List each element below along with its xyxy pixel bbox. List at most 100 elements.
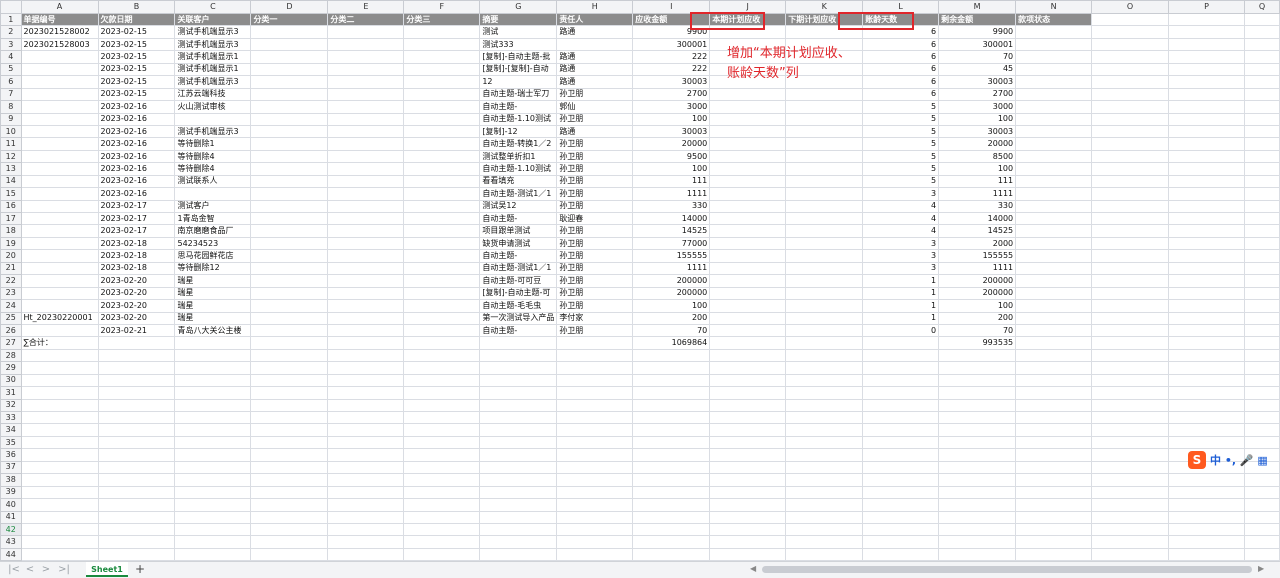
cell[interactable] (557, 38, 633, 50)
cell[interactable]: 30003 (633, 125, 710, 137)
cell[interactable] (1245, 337, 1280, 349)
cell[interactable] (175, 113, 251, 125)
cell[interactable] (557, 412, 633, 424)
select-all-corner[interactable] (1, 1, 22, 14)
header-cell[interactable]: 剩余金额 (939, 14, 1016, 26)
cell[interactable] (175, 374, 251, 386)
cell[interactable] (21, 399, 98, 411)
cell[interactable] (98, 362, 175, 374)
cell[interactable] (786, 101, 863, 113)
cell[interactable] (1016, 38, 1092, 50)
cell[interactable] (404, 461, 480, 473)
cell[interactable]: 0 (863, 324, 939, 336)
cell[interactable] (710, 548, 786, 560)
cell[interactable] (1169, 523, 1245, 535)
cell[interactable] (1245, 523, 1280, 535)
first-sheet-button[interactable]: |< (8, 563, 20, 576)
cell[interactable]: 2023-02-15 (98, 76, 175, 88)
cell[interactable] (1016, 26, 1092, 38)
cell[interactable] (1092, 312, 1169, 324)
cell[interactable] (251, 287, 328, 299)
cell[interactable] (98, 461, 175, 473)
cell[interactable] (21, 138, 98, 150)
cell[interactable]: 2023-02-15 (98, 51, 175, 63)
cell[interactable] (328, 38, 404, 50)
cell[interactable] (175, 449, 251, 461)
cell[interactable] (1016, 449, 1092, 461)
header-cell[interactable]: 下期计划应收 (786, 14, 863, 26)
row-header-4[interactable]: 4 (1, 51, 22, 63)
cell[interactable]: 2023-02-20 (98, 300, 175, 312)
cell[interactable]: 9900 (633, 26, 710, 38)
cell[interactable] (786, 461, 863, 473)
cell[interactable] (633, 424, 710, 436)
cell[interactable] (328, 138, 404, 150)
cell[interactable] (786, 125, 863, 137)
row-header-9[interactable]: 9 (1, 113, 22, 125)
cell[interactable] (404, 262, 480, 274)
cell[interactable] (786, 511, 863, 523)
cell[interactable]: 1 (863, 287, 939, 299)
cell[interactable] (1245, 63, 1280, 75)
cell[interactable] (633, 387, 710, 399)
cell[interactable] (1016, 287, 1092, 299)
cell[interactable] (251, 523, 328, 535)
cell[interactable] (251, 312, 328, 324)
cell[interactable] (328, 324, 404, 336)
row-header-19[interactable]: 19 (1, 237, 22, 249)
cell[interactable] (786, 250, 863, 262)
cell[interactable] (710, 349, 786, 361)
cell[interactable] (480, 449, 557, 461)
column-header-a[interactable]: A (21, 1, 98, 14)
cell[interactable] (633, 399, 710, 411)
cell[interactable]: 自动主题-1.10测试 (480, 163, 557, 175)
cell[interactable] (1092, 237, 1169, 249)
cell[interactable]: 孙卫朋 (557, 138, 633, 150)
cell[interactable]: 2023-02-15 (98, 26, 175, 38)
cell[interactable] (1092, 499, 1169, 511)
row-header-37[interactable]: 37 (1, 461, 22, 473)
cell[interactable]: 5 (863, 113, 939, 125)
cell[interactable] (1016, 548, 1092, 560)
row-header-38[interactable]: 38 (1, 474, 22, 486)
cell[interactable]: 6 (863, 51, 939, 63)
cell[interactable] (98, 436, 175, 448)
cell[interactable] (863, 424, 939, 436)
cell[interactable] (251, 536, 328, 548)
cell[interactable] (786, 275, 863, 287)
cell[interactable] (480, 436, 557, 448)
cell[interactable]: 5 (863, 138, 939, 150)
cell[interactable] (21, 548, 98, 560)
cell[interactable] (786, 337, 863, 349)
cell[interactable] (863, 349, 939, 361)
cell[interactable] (21, 486, 98, 498)
cell[interactable] (1169, 399, 1245, 411)
cell[interactable] (328, 175, 404, 187)
cell[interactable] (21, 88, 98, 100)
cell[interactable] (404, 387, 480, 399)
cell[interactable] (1245, 250, 1280, 262)
cell[interactable] (480, 412, 557, 424)
cell[interactable] (1092, 362, 1169, 374)
column-header-q[interactable]: Q (1245, 1, 1280, 14)
cell[interactable] (1169, 486, 1245, 498)
cell[interactable]: 第一次测试导入产品 (480, 312, 557, 324)
cell[interactable]: 2023-02-16 (98, 163, 175, 175)
cell[interactable] (251, 511, 328, 523)
row-header-40[interactable]: 40 (1, 499, 22, 511)
cell[interactable] (1092, 150, 1169, 162)
cell[interactable]: 瑞星 (175, 275, 251, 287)
cell[interactable] (1092, 374, 1169, 386)
cell[interactable] (21, 412, 98, 424)
cell[interactable] (251, 163, 328, 175)
cell[interactable] (175, 399, 251, 411)
cell[interactable] (328, 374, 404, 386)
cell[interactable] (1092, 138, 1169, 150)
cell[interactable] (1169, 511, 1245, 523)
cell[interactable] (863, 461, 939, 473)
cell[interactable]: 2023021528002 (21, 26, 98, 38)
cell[interactable]: 14000 (633, 213, 710, 225)
cell[interactable] (939, 499, 1016, 511)
cell[interactable] (1016, 324, 1092, 336)
cell[interactable] (786, 449, 863, 461)
